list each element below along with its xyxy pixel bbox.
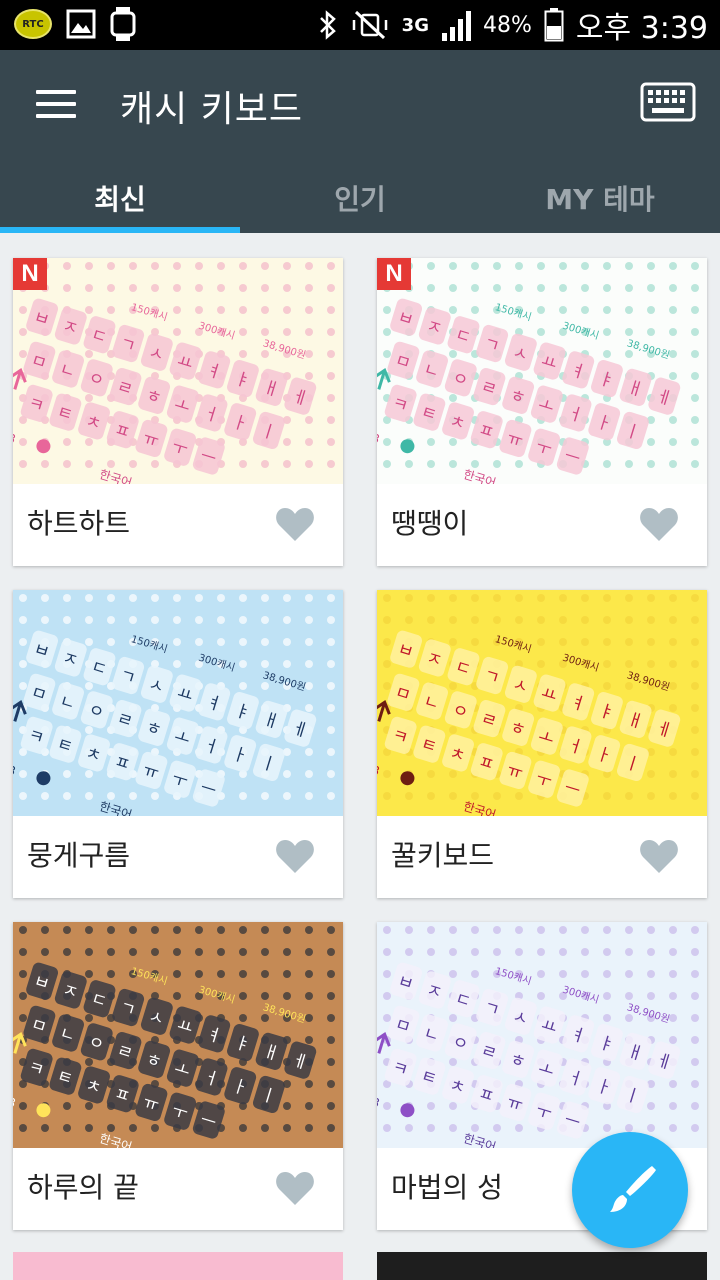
clock: 오후 3:39 <box>575 11 708 46</box>
battery-icon <box>544 8 564 42</box>
rtc-badge-icon: RTC <box>14 9 52 39</box>
theme-name: 하루의 끝 <box>27 1171 139 1204</box>
menu-icon <box>36 90 76 94</box>
theme-preview-svg: ㅂㅈㄷㄱㅅㅛㅕㅑㅐㅔㅁㄴㅇㄹㅎㅗㅓㅏㅣㅋㅌㅊㅍㅠㅜㅡ150캐시300캐시38,9… <box>13 922 343 1148</box>
tab-popular[interactable]: 인기 <box>240 170 480 233</box>
keyboard-button[interactable] <box>640 82 700 126</box>
theme-name: 뭉게구름 <box>27 839 131 872</box>
heart-icon[interactable] <box>275 506 315 542</box>
bluetooth-icon <box>319 10 336 40</box>
theme-name: 꿀키보드 <box>391 839 495 872</box>
new-badge: N <box>377 258 411 290</box>
theme-preview-image: ㅂㅈㄷㄱㅅㅛㅕㅑㅐㅔㅁㄴㅇㄹㅎㅗㅓㅏㅣㅋㅌㅊㅍㅠㅜㅡ 150캐시 300캐시 38,9… <box>13 258 343 484</box>
heart-icon[interactable] <box>275 1170 315 1206</box>
theme-card-partial[interactable] <box>377 1252 707 1280</box>
theme-preview-svg: ㅂㅈㄷㄱㅅㅛㅕㅑㅐㅔㅁㄴㅇㄹㅎㅗㅓㅏㅣㅋㅌㅊㅍㅠㅜㅡ150캐시300캐시38,9… <box>13 590 343 816</box>
network-type: 3G <box>401 14 429 36</box>
theme-preview-svg: ㅂㅈㄷㄱㅅㅛㅕㅑㅐㅔㅁㄴㅇㄹㅎㅗㅓㅏㅣㅋㅌㅊㅍㅠㅜㅡ150캐시300캐시38,9… <box>377 258 707 484</box>
theme-card[interactable]: ㅂㅈㄷㄱㅅㅛㅕㅑㅐㅔㅁㄴㅇㄹㅎㅗㅓㅏㅣㅋㅌㅊㅍㅠㅜㅡ 150캐시 300캐시 38,9… <box>377 258 707 566</box>
theme-name: 하트하트 <box>27 507 131 540</box>
create-theme-button[interactable] <box>572 1132 688 1248</box>
tab-my-theme[interactable]: MY 테마 <box>480 170 720 233</box>
tab-bar: 최신 인기 MY 테마 <box>0 170 720 233</box>
theme-preview-image: ㅂㅈㄷㄱㅅㅛㅕㅑㅐㅔㅁㄴㅇㄹㅎㅗㅓㅏㅣㅋㅌㅊㅍㅠㅜㅡ 150캐시 300캐시 38,9… <box>377 590 707 816</box>
theme-preview-image: ㅂㅈㄷㄱㅅㅛㅕㅑㅐㅔㅁㄴㅇㄹㅎㅗㅓㅏㅣㅋㅌㅊㅍㅠㅜㅡ 150캐시 300캐시 38,9… <box>377 922 707 1148</box>
tab-latest[interactable]: 최신 <box>0 170 240 233</box>
heart-icon[interactable] <box>639 838 679 874</box>
theme-card[interactable]: ㅂㅈㄷㄱㅅㅛㅕㅑㅐㅔㅁㄴㅇㄹㅎㅗㅓㅏㅣㅋㅌㅊㅍㅠㅜㅡ 150캐시 300캐시 38,9… <box>13 922 343 1230</box>
menu-button[interactable] <box>36 90 76 122</box>
keyboard-icon <box>640 82 696 122</box>
brush-icon <box>610 1166 656 1212</box>
theme-preview-svg: ㅂㅈㄷㄱㅅㅛㅕㅑㅐㅔㅁㄴㅇㄹㅎㅗㅓㅏㅣㅋㅌㅊㅍㅠㅜㅡ150캐시300캐시38,9… <box>377 590 707 816</box>
battery-percent: 48% <box>482 12 532 38</box>
vibrate-mute-icon <box>352 10 387 40</box>
theme-card[interactable]: ㅂㅈㄷㄱㅅㅛㅕㅑㅐㅔㅁㄴㅇㄹㅎㅗㅓㅏㅣㅋㅌㅊㅍㅠㅜㅡ 150캐시 300캐시 38,9… <box>13 258 343 566</box>
signal-icon <box>441 11 471 41</box>
watch-icon <box>110 7 136 41</box>
heart-icon[interactable] <box>639 506 679 542</box>
theme-preview-image: ㅂㅈㄷㄱㅅㅛㅕㅑㅐㅔㅁㄴㅇㄹㅎㅗㅓㅏㅣㅋㅌㅊㅍㅠㅜㅡ 150캐시 300캐시 38,9… <box>13 922 343 1148</box>
theme-card[interactable]: ㅂㅈㄷㄱㅅㅛㅕㅑㅐㅔㅁㄴㅇㄹㅎㅗㅓㅏㅣㅋㅌㅊㅍㅠㅜㅡ 150캐시 300캐시 38,9… <box>377 590 707 898</box>
status-bar: RTC 3G 48% 오후 3:39 <box>0 0 720 50</box>
heart-icon[interactable] <box>275 838 315 874</box>
app-bar: 캐시 키보드 최신 인기 MY 테마 <box>0 50 720 233</box>
theme-preview-svg: ㅂㅈㄷㄱㅅㅛㅕㅑㅐㅔㅁㄴㅇㄹㅎㅗㅓㅏㅣㅋㅌㅊㅍㅠㅜㅡ150캐시300캐시38,9… <box>377 922 707 1148</box>
theme-preview-image: ㅂㅈㄷㄱㅅㅛㅕㅑㅐㅔㅁㄴㅇㄹㅎㅗㅓㅏㅣㅋㅌㅊㅍㅠㅜㅡ 150캐시 300캐시 38,9… <box>377 258 707 484</box>
theme-name: 마법의 성 <box>391 1171 503 1204</box>
theme-preview-image: ㅂㅈㄷㄱㅅㅛㅕㅑㅐㅔㅁㄴㅇㄹㅎㅗㅓㅏㅣㅋㅌㅊㅍㅠㅜㅡ 150캐시 300캐시 38,9… <box>13 590 343 816</box>
theme-name: 땡땡이 <box>391 507 469 540</box>
theme-card-partial[interactable] <box>13 1252 343 1280</box>
theme-preview-svg: ㅂㅈㄷㄱㅅㅛㅕㅑㅐㅔㅁㄴㅇㄹㅎㅗㅓㅏㅣㅋㅌㅊㅍㅠㅜㅡ150캐시300캐시38,9… <box>13 258 343 484</box>
page-title: 캐시 키보드 <box>120 89 304 130</box>
theme-card[interactable]: ㅂㅈㄷㄱㅅㅛㅕㅑㅐㅔㅁㄴㅇㄹㅎㅗㅓㅏㅣㅋㅌㅊㅍㅠㅜㅡ 150캐시 300캐시 38,9… <box>13 590 343 898</box>
gallery-icon <box>66 9 96 39</box>
new-badge: N <box>13 258 47 290</box>
